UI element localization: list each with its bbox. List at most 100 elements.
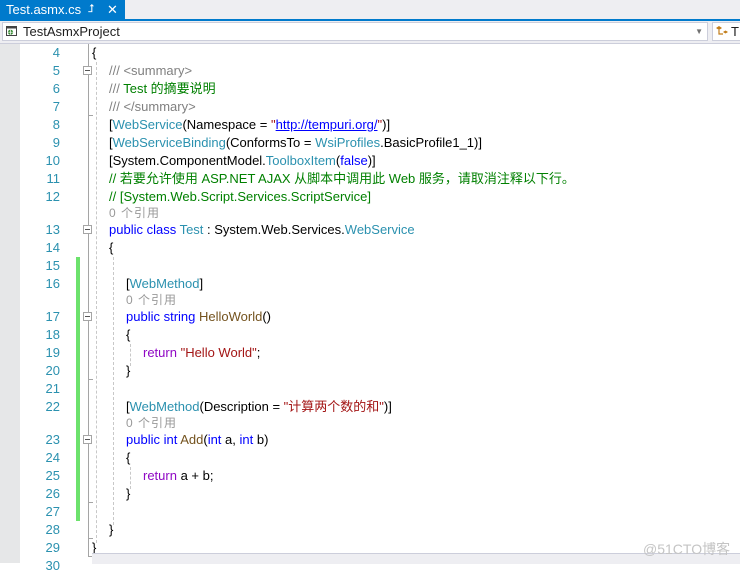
token-plain: )] bbox=[383, 399, 392, 414]
code-text: { bbox=[126, 449, 130, 467]
outline-end-marker bbox=[88, 115, 93, 116]
token-link[interactable]: http://tempuri.org/ bbox=[276, 117, 378, 132]
indent-guide bbox=[96, 62, 97, 543]
csharp-project-icon bbox=[6, 26, 17, 36]
tab-title: Test.asmx.cs bbox=[6, 2, 82, 17]
close-icon[interactable]: ✕ bbox=[107, 0, 118, 19]
token-plain: a + b; bbox=[176, 468, 214, 483]
code-line[interactable]: 6 /// Test 的摘要说明 bbox=[20, 80, 740, 98]
collapse-icon[interactable] bbox=[83, 312, 92, 321]
line-number: 17 bbox=[45, 309, 60, 324]
codelens-text: 0 个引用 bbox=[109, 206, 161, 220]
codelens-references[interactable]: 0 个引用 bbox=[20, 293, 740, 308]
project-dropdown[interactable]: TestAsmxProject ▼ bbox=[2, 22, 708, 41]
collapse-icon[interactable] bbox=[83, 66, 92, 75]
token-str: "计算两个数的和" bbox=[283, 399, 384, 414]
line-number: 23 bbox=[45, 432, 60, 447]
line-number: 5 bbox=[52, 63, 60, 78]
token-plain: () bbox=[262, 309, 271, 324]
line-number: 24 bbox=[45, 450, 60, 465]
line-number: 11 bbox=[46, 171, 61, 186]
line-number: 7 bbox=[52, 99, 60, 114]
line-number: 18 bbox=[45, 327, 60, 342]
token-kw: int bbox=[239, 432, 254, 447]
code-line[interactable]: 19 return "Hello World"; bbox=[20, 344, 740, 362]
collapse-icon[interactable] bbox=[83, 225, 92, 234]
line-number: 6 bbox=[52, 81, 60, 96]
code-text: /// </summary> bbox=[109, 98, 196, 116]
token-type: Test bbox=[179, 222, 204, 237]
token-ctrl: return bbox=[143, 468, 177, 483]
code-text: [WebServiceBinding(ConformsTo = WsiProfi… bbox=[109, 134, 482, 152]
tab-test-asmx-cs[interactable]: Test.asmx.cs ⮥ ✕ bbox=[0, 0, 125, 19]
code-text: { bbox=[126, 326, 130, 344]
code-text: public class Test : System.Web.Services.… bbox=[109, 221, 415, 239]
token-plain: { bbox=[92, 45, 97, 60]
code-line[interactable]: 11 // 若要允许使用 ASP.NET AJAX 从脚本中调用此 Web 服务，… bbox=[20, 170, 740, 188]
line-number: 13 bbox=[45, 222, 60, 237]
token-plain: [System.ComponentModel. bbox=[109, 153, 266, 168]
collapse-icon[interactable] bbox=[83, 435, 92, 444]
line-number: 21 bbox=[45, 381, 60, 396]
codelens-text: 0 个引用 bbox=[126, 416, 178, 430]
code-line[interactable]: 17 public string HelloWorld() bbox=[20, 308, 740, 326]
code-line[interactable]: 7 /// </summary> bbox=[20, 98, 740, 116]
token-type: WsiProfiles bbox=[315, 135, 381, 150]
code-text: [WebMethod(Description = "计算两个数的和")] bbox=[126, 398, 392, 416]
code-text: { bbox=[92, 44, 96, 62]
token-type: WebMethod bbox=[129, 276, 200, 291]
token-plain: (Description = bbox=[199, 399, 284, 414]
token-plain: b) bbox=[253, 432, 269, 447]
line-number: 29 bbox=[45, 540, 60, 555]
code-line[interactable]: 20} bbox=[20, 362, 740, 380]
code-text: [WebService(Namespace = "http://tempuri.… bbox=[109, 116, 390, 134]
token-kw: public string bbox=[126, 309, 199, 324]
token-doc: /// bbox=[109, 81, 120, 96]
code-line[interactable]: 15 bbox=[20, 257, 740, 275]
code-line[interactable]: 22 [WebMethod(Description = "计算两个数的和")] bbox=[20, 398, 740, 416]
code-line[interactable]: 28} bbox=[20, 521, 740, 539]
type-dropdown[interactable]: T bbox=[712, 22, 740, 41]
token-plain: a, bbox=[221, 432, 240, 447]
token-type: ToolboxItem bbox=[265, 153, 336, 168]
code-line[interactable]: 21 bbox=[20, 380, 740, 398]
code-line[interactable]: 4{ bbox=[20, 44, 740, 62]
token-plain: (Namespace = bbox=[182, 117, 271, 132]
token-ctrl: return bbox=[143, 345, 181, 360]
code-line[interactable]: 27 bbox=[20, 503, 740, 521]
token-plain: )] bbox=[382, 117, 391, 132]
line-number: 26 bbox=[45, 486, 60, 501]
line-number: 28 bbox=[45, 522, 60, 537]
code-line[interactable]: 23 public int Add(int a, int b) bbox=[20, 431, 740, 449]
code-line[interactable]: 14 { bbox=[20, 239, 740, 257]
code-text: public string HelloWorld() bbox=[126, 308, 271, 326]
token-plain: ] bbox=[199, 276, 204, 291]
code-editor[interactable]: 4{5/// <summary> 6/// Test 的摘要说明 7/// </su… bbox=[20, 44, 740, 573]
change-tracking-bar bbox=[76, 257, 80, 521]
code-line[interactable]: 8 [WebService(Namespace = "http://tempuri… bbox=[20, 116, 740, 134]
code-line[interactable]: 26} bbox=[20, 485, 740, 503]
code-line[interactable]: 9 [WebServiceBinding(ConformsTo = WsiProf… bbox=[20, 134, 740, 152]
code-line[interactable]: 12 // [System.Web.Script.Services.ScriptS… bbox=[20, 188, 740, 206]
code-line[interactable]: 10 [System.ComponentModel.ToolboxItem(fal… bbox=[20, 152, 740, 170]
code-line[interactable]: 25 return a + b; bbox=[20, 467, 740, 485]
code-text: [WebMethod] bbox=[126, 275, 203, 293]
token-kw: int bbox=[207, 432, 222, 447]
line-number: 4 bbox=[52, 45, 60, 60]
code-line[interactable]: 24 { bbox=[20, 449, 740, 467]
line-number: 16 bbox=[45, 276, 60, 291]
code-line[interactable]: 13 public class Test : System.Web.Service… bbox=[20, 221, 740, 239]
token-plain: : System.Web.Services. bbox=[203, 222, 345, 237]
token-plain: )] bbox=[367, 153, 376, 168]
code-text: { bbox=[109, 239, 113, 257]
code-line[interactable]: 5 /// <summary> bbox=[20, 62, 740, 80]
code-text: public int Add(int a, int b) bbox=[126, 431, 268, 449]
codelens-references[interactable]: 0 个引用 bbox=[20, 206, 740, 221]
pin-icon[interactable]: ⮥ bbox=[88, 0, 95, 19]
codelens-references[interactable]: 0 个引用 bbox=[20, 416, 740, 431]
outline-end-marker bbox=[88, 502, 93, 503]
code-line[interactable]: 18 { bbox=[20, 326, 740, 344]
code-line[interactable]: 16 [WebMethod] bbox=[20, 275, 740, 293]
token-doc: /// </summary> bbox=[109, 99, 196, 114]
token-doc: /// <summary> bbox=[109, 63, 193, 78]
